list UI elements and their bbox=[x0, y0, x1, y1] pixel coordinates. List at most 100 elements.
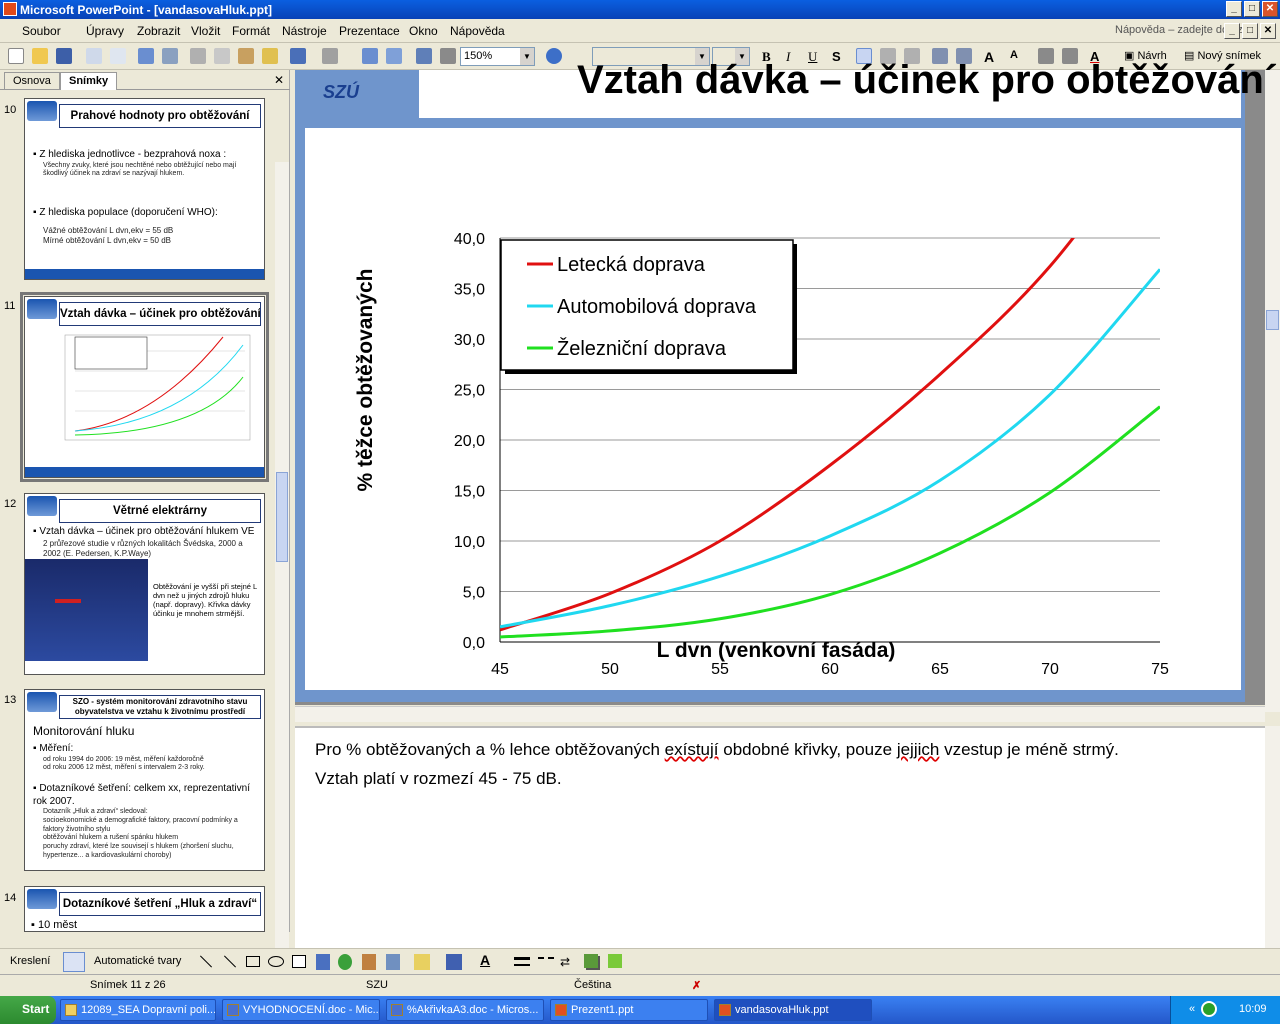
taskbar-item[interactable]: Prezent1.ppt bbox=[550, 999, 708, 1021]
menu-zobrazit[interactable]: Zobrazit bbox=[137, 24, 180, 38]
rectangle-icon[interactable] bbox=[246, 956, 260, 967]
oval-icon[interactable] bbox=[268, 956, 284, 967]
slide-scrollbar[interactable] bbox=[1265, 70, 1280, 712]
menu-prezentace[interactable]: Prezentace bbox=[339, 24, 400, 38]
select-pointer-icon[interactable] bbox=[63, 952, 85, 972]
dash-style-icon[interactable] bbox=[538, 957, 554, 966]
new-icon[interactable] bbox=[8, 48, 24, 64]
doc-minimize-button[interactable]: _ bbox=[1224, 23, 1240, 39]
3d-style-icon[interactable] bbox=[608, 954, 622, 968]
start-button[interactable]: Start bbox=[0, 996, 56, 1024]
y-tick-label: 10,0 bbox=[454, 534, 485, 551]
thumb-line: Vztah dávka – účinek pro obtěžování hluk… bbox=[39, 526, 255, 537]
tab-osnova[interactable]: Osnova bbox=[4, 72, 60, 90]
thumb-line: Obtěžování je vyšší při stejné L dvn než… bbox=[153, 582, 257, 618]
fill-color-icon[interactable] bbox=[414, 954, 430, 970]
thumb-line: Měření: bbox=[39, 743, 74, 754]
tab-snimky[interactable]: Snímky bbox=[60, 72, 118, 90]
arrow-icon[interactable] bbox=[223, 955, 237, 968]
zoom-select[interactable]: 150% ▼ bbox=[460, 47, 535, 66]
copy-icon[interactable] bbox=[214, 48, 230, 64]
save-icon[interactable] bbox=[56, 48, 72, 64]
shadow-style-icon[interactable] bbox=[584, 954, 598, 968]
notes-pane[interactable]: Pro % obtěžovaných a % lehce obtěžovanýc… bbox=[295, 726, 1265, 950]
spellcheck-icon[interactable] bbox=[138, 48, 154, 64]
taskbar-item[interactable]: %AkřivkaA3.doc - Micros... bbox=[386, 999, 544, 1021]
maximize-button[interactable]: □ bbox=[1244, 1, 1260, 17]
line-style-icon[interactable] bbox=[514, 957, 530, 966]
autoshapes-menu[interactable]: Automatické tvary bbox=[94, 955, 181, 967]
current-slide[interactable]: SZÚ Vztah dávka – účinek pro obtěžování … bbox=[295, 58, 1275, 702]
close-button[interactable]: ✕ bbox=[1262, 1, 1278, 17]
doc-close-button[interactable]: ✕ bbox=[1260, 23, 1276, 39]
cut-icon[interactable] bbox=[190, 48, 206, 64]
spelling-status-icon[interactable]: ✗ bbox=[692, 979, 701, 992]
taskbar-item[interactable]: 12089_SEA Dopravní poli... bbox=[60, 999, 216, 1021]
window-title: Microsoft PowerPoint - [vandasovaHluk.pp… bbox=[20, 3, 273, 17]
slide-hscrollbar[interactable] bbox=[295, 706, 1265, 722]
insert-table-icon[interactable] bbox=[386, 48, 402, 64]
slide-thumbnail-10[interactable]: Prahové hodnoty pro obtěžování ▪ Z hledi… bbox=[24, 98, 265, 280]
textbox-icon[interactable] bbox=[292, 955, 306, 968]
picture-icon[interactable] bbox=[386, 954, 400, 970]
antivirus-tray-icon[interactable] bbox=[1201, 1001, 1217, 1017]
taskbar-item-label: 12089_SEA Dopravní poli... bbox=[81, 1004, 216, 1016]
tray-expand-icon[interactable]: « bbox=[1189, 1003, 1195, 1015]
taskbar-item-active[interactable]: vandasovaHluk.ppt bbox=[714, 999, 872, 1021]
pane-scroll-thumb[interactable] bbox=[276, 472, 288, 562]
menu-napoveda[interactable]: Nápověda bbox=[450, 24, 505, 38]
slide-scroll-thumb[interactable] bbox=[1266, 310, 1279, 330]
arrow-style-icon[interactable]: ⇄ bbox=[560, 955, 576, 969]
doc-restore-button[interactable]: □ bbox=[1242, 23, 1258, 39]
line-color-icon[interactable] bbox=[446, 954, 462, 970]
thumb-title: Prahové hodnoty pro obtěžování bbox=[59, 104, 261, 128]
slide-thumbnail-13[interactable]: SZO - systém monitorování zdravotního st… bbox=[24, 689, 265, 871]
redo-icon[interactable] bbox=[322, 48, 338, 64]
expand-all-icon[interactable] bbox=[416, 48, 432, 64]
slide-thumbnail-12[interactable]: Větrné elektrárny ▪ Vztah dávka – účinek… bbox=[24, 493, 265, 675]
thumb-line: poruchy zdraví, které lze souvisejí s hl… bbox=[43, 843, 234, 859]
draw-menu[interactable]: Kreslení bbox=[10, 955, 50, 967]
menu-vlozit[interactable]: Vložit bbox=[191, 24, 220, 38]
paste-icon[interactable] bbox=[238, 48, 254, 64]
minimize-button[interactable]: _ bbox=[1226, 1, 1242, 17]
folder-icon bbox=[65, 1004, 77, 1016]
print-icon[interactable] bbox=[86, 48, 102, 64]
help-icon[interactable] bbox=[546, 48, 562, 64]
slide-thumbnail-14[interactable]: Dotazníkové šetření „Hluk a zdraví“ ▪ 10… bbox=[24, 886, 265, 932]
thumb-line: obtěžování hlukem a rušení spánku hlukem bbox=[43, 834, 179, 842]
taskbar-item[interactable]: VYHODNOCENÍ.doc - Mic... bbox=[222, 999, 380, 1021]
thumb-line: Vážné obtěžování L dvn,ekv = 55 dB bbox=[43, 225, 174, 235]
menu-format[interactable]: Formát bbox=[232, 24, 270, 38]
print-preview-icon[interactable] bbox=[110, 48, 126, 64]
research-icon[interactable] bbox=[162, 48, 178, 64]
line-icon[interactable] bbox=[199, 955, 213, 968]
thumb-body: ▪ Vztah dávka – účinek pro obtěžování hl… bbox=[33, 526, 258, 559]
menu-nastroje[interactable]: Nástroje bbox=[282, 24, 327, 38]
notes-scrollbar[interactable] bbox=[1265, 726, 1280, 950]
menu-soubor[interactable]: Soubor bbox=[22, 24, 61, 38]
notes-text: Pro % obtěžovaných a % lehce obtěžovanýc… bbox=[315, 740, 665, 759]
insert-chart-icon[interactable] bbox=[362, 48, 378, 64]
menu-okno[interactable]: Okno bbox=[409, 24, 438, 38]
thumb-line: Z hlediska jednotlivce - bezprahová noxa… bbox=[39, 149, 227, 160]
thumb-line: Mírné obtěžování L dvn,ekv = 50 dB bbox=[43, 235, 172, 245]
show-grid-icon[interactable] bbox=[440, 48, 456, 64]
thumb-line: Monitorování hluku bbox=[33, 724, 135, 738]
undo-icon[interactable] bbox=[290, 48, 306, 64]
diagram-icon[interactable] bbox=[338, 954, 352, 970]
format-painter-icon[interactable] bbox=[262, 48, 278, 64]
y-tick-label: 15,0 bbox=[454, 484, 485, 501]
taskbar-item-label: Prezent1.ppt bbox=[571, 1004, 634, 1016]
pane-scrollbar[interactable] bbox=[275, 162, 289, 1002]
open-icon[interactable] bbox=[32, 48, 48, 64]
chart-object[interactable]: 0,0 5,0 10,0 15,0 20,0 25,0 30,0 35,0 40,0 45 50 55… bbox=[305, 128, 1241, 690]
slide-number: 14 bbox=[4, 892, 17, 904]
wordart-icon[interactable] bbox=[316, 954, 330, 970]
font-color-draw-icon[interactable]: A bbox=[480, 952, 490, 968]
clipart-icon[interactable] bbox=[362, 954, 376, 970]
slide-thumbnail-11[interactable]: Vztah dávka – účinek pro obtěžování bbox=[20, 292, 269, 482]
menu-upravy[interactable]: Úpravy bbox=[86, 24, 124, 38]
slide-title-box[interactable]: Vztah dávka – účinek pro obtěžování bbox=[419, 58, 1275, 118]
close-pane-icon[interactable]: ✕ bbox=[274, 73, 284, 87]
